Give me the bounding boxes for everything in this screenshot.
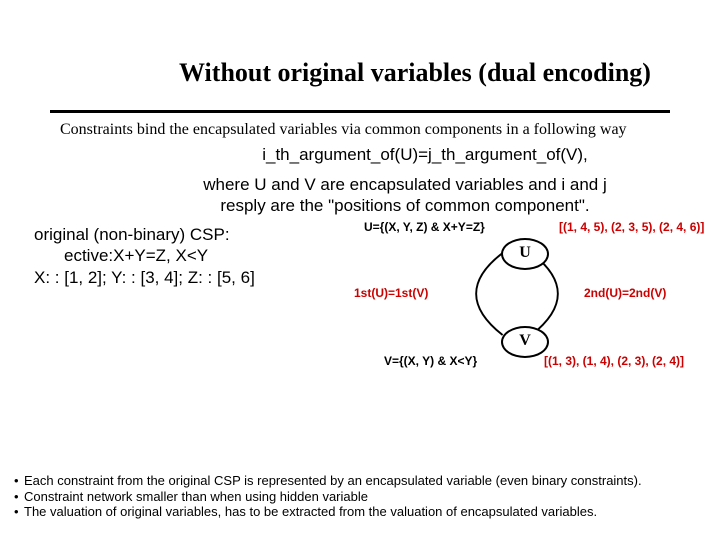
footnotes: •Each constraint from the original CSP i… xyxy=(14,473,706,520)
csp-header: original (non-binary) CSP: xyxy=(34,224,344,245)
slide-title: Without original variables (dual encodin… xyxy=(0,0,720,88)
explain-line-2: resply are the "positions of common comp… xyxy=(150,196,660,216)
csp-constraints: ective:X+Y=Z, X<Y xyxy=(64,245,344,266)
csp-example: original (non-binary) CSP: ective:X+Y=Z,… xyxy=(34,224,344,364)
dual-diagram: U V U={(X, Y, Z) & X+Y=Z} [(1, 4, 5), (2… xyxy=(344,224,690,364)
explain-line-1: where U and V are encapsulated variables… xyxy=(150,175,660,195)
intro-text: Constraints bind the encapsulated variab… xyxy=(60,121,660,139)
formula-text: i_th_argument_of(U)=j_th_argument_of(V), xyxy=(170,145,680,165)
bullet-icon: • xyxy=(14,489,24,505)
node-V: V xyxy=(501,326,549,358)
note-3: The valuation of original variables, has… xyxy=(24,504,597,520)
explain-block: where U and V are encapsulated variables… xyxy=(150,175,660,216)
csp-domains: X: : [1, 2]; Y: : [3, 4]; Z: : [5, 6] xyxy=(34,267,344,288)
title-rule xyxy=(50,110,670,113)
note-1: Each constraint from the original CSP is… xyxy=(24,473,642,489)
bullet-icon: • xyxy=(14,504,24,520)
note-2: Constraint network smaller than when usi… xyxy=(24,489,368,505)
node-U: U xyxy=(501,238,549,270)
bullet-icon: • xyxy=(14,473,24,489)
